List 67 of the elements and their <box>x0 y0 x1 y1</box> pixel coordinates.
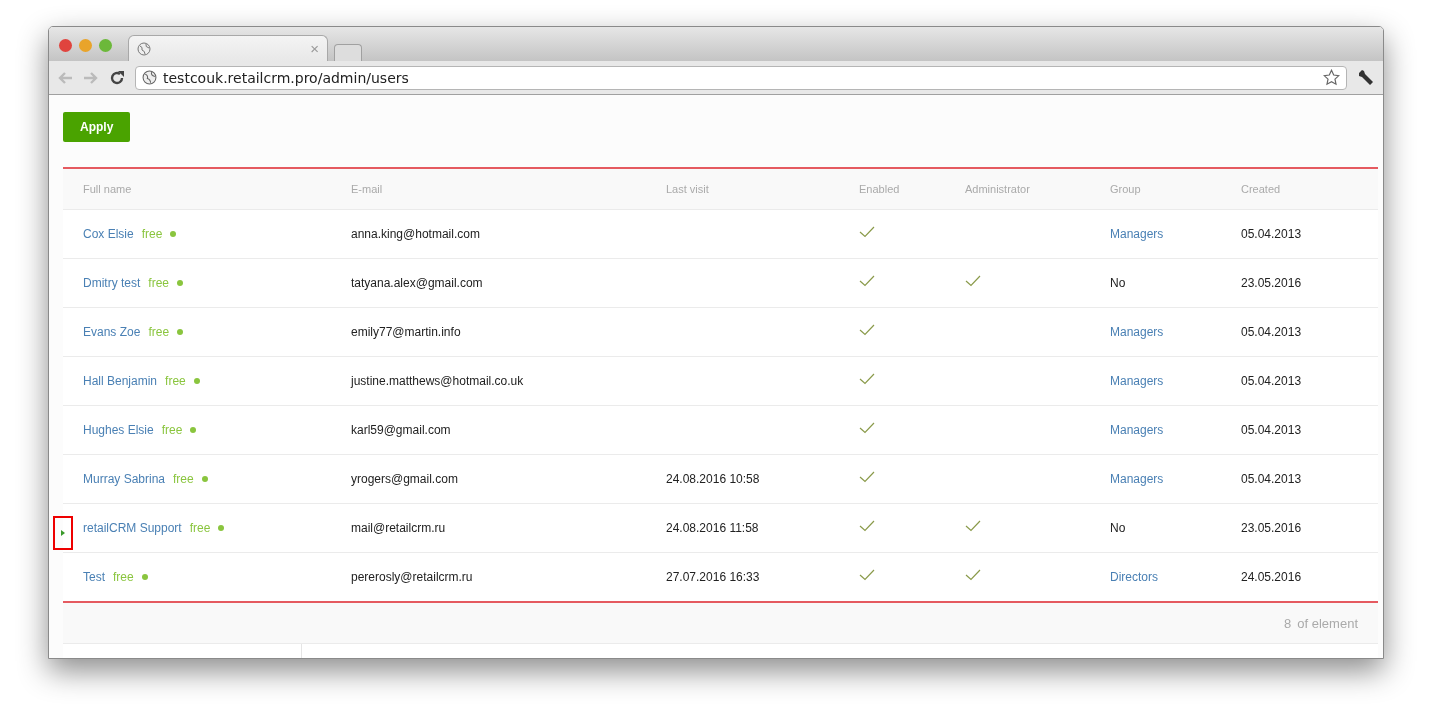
email-cell-text: tatyana.alex@gmail.com <box>351 276 484 290</box>
back-arrow-icon[interactable] <box>57 70 73 85</box>
star-icon[interactable] <box>1323 69 1340 87</box>
column-header[interactable]: Last visit <box>666 183 859 195</box>
globe-icon <box>137 41 151 56</box>
email-cell-text: pererosly@retailcrm.ru <box>351 570 474 584</box>
column-header[interactable]: Enabled <box>859 183 965 195</box>
created-date-cell-text: 23.05.2016 <box>1241 521 1303 535</box>
plan-label: free <box>148 276 170 290</box>
globe-icon <box>142 70 157 86</box>
column-header[interactable]: Administrator <box>965 183 1110 195</box>
group-link[interactable]: Managers <box>1110 325 1241 339</box>
user-name-link[interactable]: Cox Elsie <box>83 227 134 241</box>
browser-tab[interactable]: × <box>128 35 328 62</box>
created-date-cell-text: 05.04.2013 <box>1241 325 1303 339</box>
created-date-cell-text: 05.04.2013 <box>1241 472 1303 486</box>
group-link[interactable]: Directors <box>1110 570 1241 584</box>
last-visit-cell-text: 24.08.2016 11:58 <box>666 521 760 535</box>
zoom-window-button[interactable] <box>99 38 112 52</box>
element-count: 8 <box>1284 615 1292 631</box>
plan-label: free <box>148 325 170 339</box>
user-name-link[interactable]: Evans Zoe <box>83 325 141 339</box>
user-name-link[interactable]: Hughes Elsie <box>83 423 154 437</box>
email-cell-text: mail@retailcrm.ru <box>351 521 447 535</box>
user-name-link[interactable]: Hall Benjamin <box>83 374 158 388</box>
plan-label: free <box>113 570 134 584</box>
new-tab-button[interactable] <box>334 44 362 62</box>
address-bar[interactable]: testcouk.retailcrm.pro/admin/users <box>135 65 1347 90</box>
user-name-link[interactable]: Murray Sabrina <box>83 472 166 486</box>
column-header[interactable]: Group <box>1110 183 1241 195</box>
created-date-cell-text: 05.04.2013 <box>1241 374 1303 388</box>
email-cell-text: karl59@gmail.com <box>351 423 452 437</box>
email-cell-text: justine.matthews@hotmail.co.uk <box>351 374 525 388</box>
email-cell-text: emily77@martin.info <box>351 325 462 339</box>
triangle-icon <box>61 530 65 536</box>
group-cell-text: No <box>1110 276 1127 290</box>
group-link[interactable]: Managers <box>1110 472 1241 486</box>
created-date-cell-text: 05.04.2013 <box>1241 227 1303 241</box>
last-visit-cell-text: 27.07.2016 16:33 <box>666 570 761 584</box>
group-link[interactable]: Managers <box>1110 423 1241 437</box>
group-link[interactable]: Managers <box>1110 374 1241 388</box>
column-header[interactable]: Created <box>1241 183 1378 195</box>
forward-arrow-icon[interactable] <box>83 70 99 85</box>
created-date-cell-text: 23.05.2016 <box>1241 276 1303 290</box>
plan-label: free <box>165 374 186 388</box>
plan-label: free <box>189 521 211 535</box>
apply-button[interactable]: Apply <box>63 112 131 142</box>
plan-label: free <box>173 472 194 486</box>
column-header[interactable]: E-mail <box>351 183 666 195</box>
close-tab-button[interactable]: × <box>310 40 319 58</box>
user-name-link[interactable]: retailCRM Support <box>83 521 182 535</box>
plan-label: free <box>161 423 183 437</box>
last-visit-cell-text: 24.08.2016 10:58 <box>666 472 761 486</box>
group-cell-text: No <box>1110 521 1127 535</box>
created-date-cell-text: 24.05.2016 <box>1241 570 1303 584</box>
email-cell-text: yrogers@gmail.com <box>351 472 459 486</box>
user-name-link[interactable]: Test <box>83 570 105 584</box>
email-cell-text: anna.king@hotmail.com <box>351 227 481 241</box>
plan-label: free <box>141 227 163 241</box>
minimize-window-button[interactable] <box>79 38 92 52</box>
close-window-button[interactable] <box>59 38 72 52</box>
count-label: of element <box>1297 615 1358 631</box>
user-name-link[interactable]: Dmitry test <box>83 276 141 290</box>
reload-icon[interactable] <box>109 69 125 86</box>
created-date-cell-text: 05.04.2013 <box>1241 423 1303 437</box>
group-link[interactable]: Managers <box>1110 227 1241 241</box>
column-header[interactable]: Full name <box>63 183 351 195</box>
